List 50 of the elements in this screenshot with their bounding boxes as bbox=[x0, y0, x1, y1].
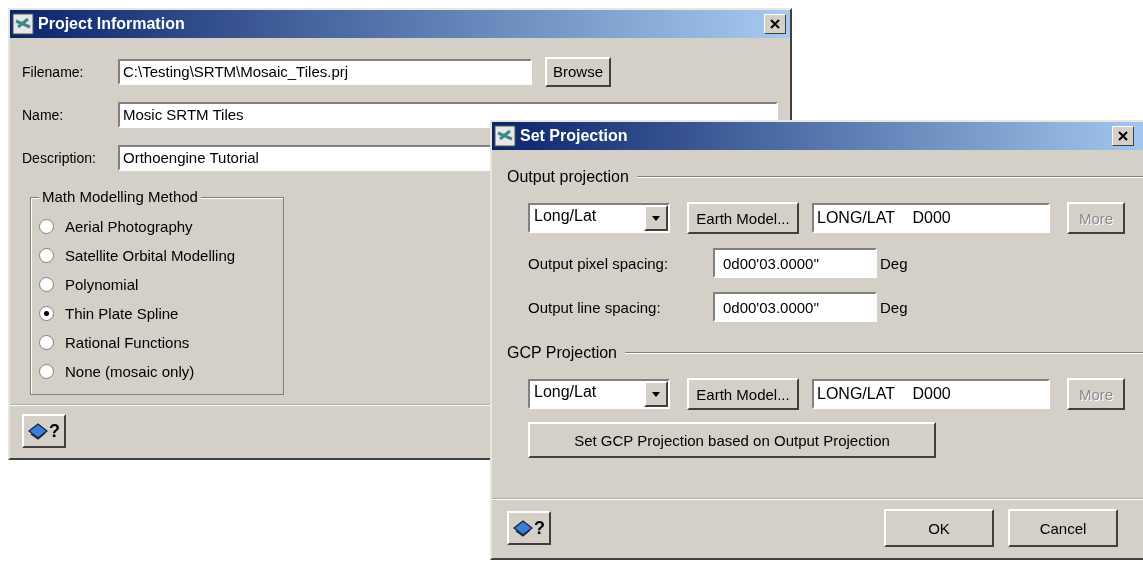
set-gcp-button[interactable]: Set GCP Projection based on Output Projection bbox=[528, 422, 936, 458]
unit-label: Deg bbox=[880, 298, 908, 316]
text-field[interactable]: C:\Testing\SRTM\Mosaic_Tiles.prj bbox=[118, 58, 532, 85]
close-icon bbox=[1118, 131, 1128, 141]
window-title: Project Information bbox=[38, 15, 186, 33]
spacing-field[interactable]: 0d00'03.0000'' bbox=[713, 248, 877, 278]
caret-icon bbox=[652, 215, 660, 221]
text-field[interactable]: Mosic SRTM Tiles bbox=[118, 101, 778, 128]
dialog-button[interactable]: OK bbox=[884, 509, 994, 547]
field-label: Output line spacing: bbox=[528, 298, 662, 316]
projection-field[interactable]: LONG/LAT D000 bbox=[812, 379, 1050, 409]
browse-button[interactable]: Browse bbox=[545, 56, 612, 87]
option-label: Rational Functions bbox=[65, 334, 190, 351]
section-title: GCP Projection bbox=[507, 344, 617, 362]
field-label: Output pixel spacing: bbox=[528, 254, 670, 272]
projection-dropdown[interactable]: Long/Lat bbox=[528, 203, 670, 233]
help-button[interactable]: ? bbox=[22, 414, 66, 448]
earth-model-button[interactable]: Earth Model... bbox=[687, 202, 799, 234]
app-icon bbox=[494, 125, 516, 147]
help-button[interactable]: ? bbox=[507, 511, 551, 545]
book-icon bbox=[28, 422, 48, 440]
spacing-field[interactable]: 0d00'03.0000'' bbox=[713, 292, 877, 322]
section-title: Output projection bbox=[507, 168, 629, 186]
dialog-button[interactable]: Cancel bbox=[1008, 509, 1118, 547]
caret-icon bbox=[652, 391, 660, 397]
group-title: Math Modelling Method bbox=[39, 188, 201, 205]
close-icon bbox=[770, 19, 780, 29]
option-label: Satellite Orbital Modelling bbox=[65, 247, 236, 264]
projection-field[interactable]: LONG/LAT D000 bbox=[812, 203, 1050, 233]
earth-model-button[interactable]: Earth Model... bbox=[687, 378, 799, 410]
option-label: Polynomial bbox=[65, 276, 139, 293]
radio-button[interactable] bbox=[39, 248, 54, 263]
unit-label: Deg bbox=[880, 254, 908, 272]
option-label: Thin Plate Spline bbox=[65, 305, 179, 322]
radio-button[interactable] bbox=[39, 335, 54, 350]
book-icon bbox=[513, 519, 533, 537]
option-label: None (mosaic only) bbox=[65, 363, 195, 380]
projection-dropdown[interactable]: Long/Lat bbox=[528, 379, 670, 409]
field-label: Filename: bbox=[22, 63, 85, 80]
radio-button[interactable] bbox=[39, 219, 54, 234]
close-button[interactable] bbox=[1112, 126, 1134, 146]
radio-button[interactable] bbox=[39, 277, 54, 292]
field-label: Name: bbox=[22, 106, 65, 123]
radio-button[interactable] bbox=[39, 306, 54, 321]
close-button[interactable] bbox=[764, 14, 786, 34]
radio-button[interactable] bbox=[39, 364, 54, 379]
app-icon bbox=[12, 13, 34, 35]
field-label: Description: bbox=[22, 149, 97, 166]
option-label: Aerial Photography bbox=[65, 218, 193, 235]
window-title: Set Projection bbox=[520, 127, 629, 145]
